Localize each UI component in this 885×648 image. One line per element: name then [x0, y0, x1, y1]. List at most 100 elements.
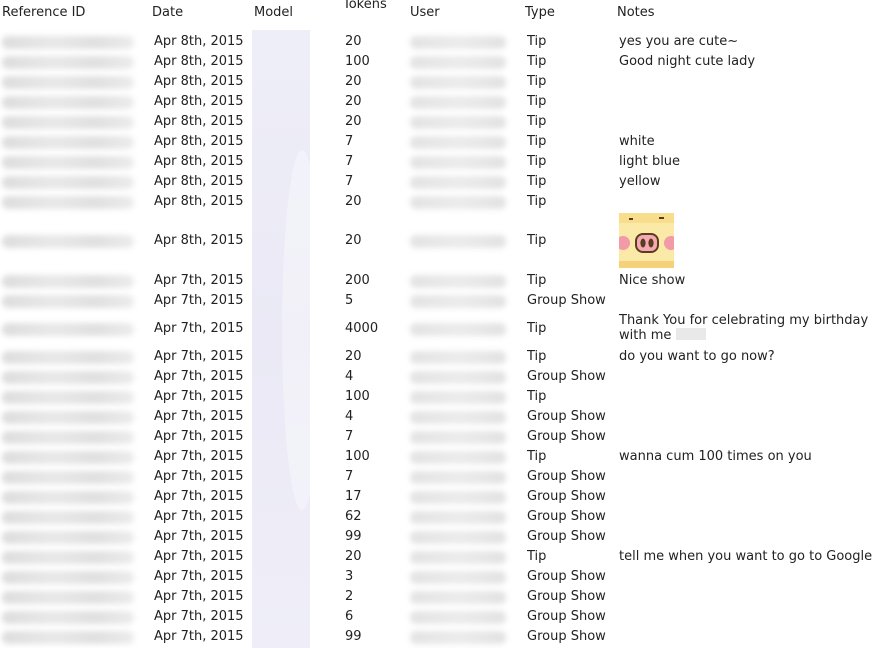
cell-type: Tip: [527, 233, 547, 248]
cell-type: Group Show: [527, 569, 606, 584]
cell-date: Apr 7th, 2015: [154, 389, 244, 404]
user-blurred: [410, 531, 506, 544]
user-blurred: [410, 176, 506, 189]
user-blurred: [410, 591, 506, 604]
cell-note: Thank You for celebrating my birthday wi…: [619, 313, 881, 343]
reference-id-blurred: [2, 136, 134, 149]
redacted-name: [675, 328, 706, 340]
cell-date: Apr 8th, 2015: [154, 174, 244, 189]
cell-tokens: 2: [345, 589, 354, 604]
cell-tokens: 99: [345, 629, 362, 644]
reference-id-blurred: [2, 295, 134, 308]
cell-type: Tip: [527, 134, 547, 149]
cell-date: Apr 8th, 2015: [154, 94, 244, 109]
reference-id-blurred: [2, 451, 134, 464]
cell-tokens: 20: [345, 233, 362, 248]
user-blurred: [410, 351, 506, 364]
cell-date: Apr 7th, 2015: [154, 589, 244, 604]
cell-date: Apr 7th, 2015: [154, 409, 244, 424]
table-row: Apr 7th, 2015 100 Tip: [0, 387, 885, 407]
cell-tokens: 200: [345, 273, 370, 288]
user-blurred: [410, 551, 506, 564]
cell-date: Apr 7th, 2015: [154, 549, 244, 564]
cell-note: yes you are cute~: [619, 34, 739, 49]
reference-id-blurred: [2, 431, 134, 444]
table-row: Apr 7th, 2015 7 Group Show: [0, 467, 885, 487]
user-blurred: [410, 96, 506, 109]
table-row: Apr 8th, 2015 20 Tip: [0, 72, 885, 92]
user-blurred: [410, 196, 506, 209]
cell-date: Apr 7th, 2015: [154, 449, 244, 464]
user-blurred: [410, 451, 506, 464]
cell-tokens: 7: [345, 469, 354, 484]
cell-date: Apr 7th, 2015: [154, 469, 244, 484]
header-notes: Notes: [617, 5, 655, 20]
table-row: Apr 7th, 2015 17 Group Show: [0, 487, 885, 507]
table-row: Apr 7th, 2015 6 Group Show: [0, 607, 885, 627]
cell-type: Group Show: [527, 369, 606, 384]
user-blurred: [410, 511, 506, 524]
cell-type: Tip: [527, 94, 547, 109]
cell-type: Group Show: [527, 429, 606, 444]
cell-tokens: 7: [345, 174, 354, 189]
cell-tokens: 100: [345, 389, 370, 404]
cell-date: Apr 7th, 2015: [154, 509, 244, 524]
cell-note: Nice show: [619, 273, 686, 288]
table-row: Apr 7th, 2015 5 Group Show: [0, 291, 885, 311]
header-reference-id: Reference ID: [2, 5, 86, 20]
cell-tokens: 17: [345, 489, 362, 504]
reference-id-blurred: [2, 235, 134, 248]
table-row: Apr 8th, 2015 20 Tip: [0, 112, 885, 132]
reference-id-blurred: [2, 631, 134, 644]
reference-id-blurred: [2, 323, 134, 336]
reference-id-blurred: [2, 491, 134, 504]
reference-id-blurred: [2, 411, 134, 424]
header-tokens: Tokens: [343, 0, 387, 12]
table-row: Apr 7th, 2015 200 Tip Nice show: [0, 271, 885, 291]
cell-tokens: 20: [345, 549, 362, 564]
cell-date: Apr 8th, 2015: [154, 154, 244, 169]
table-row: Apr 7th, 2015 7 Group Show: [0, 427, 885, 447]
reference-id-blurred: [2, 391, 134, 404]
cell-note: tell me when you want to go to Google: [619, 549, 873, 564]
cell-date: Apr 7th, 2015: [154, 529, 244, 544]
cell-tokens: 4: [345, 409, 354, 424]
cell-type: Tip: [527, 449, 547, 464]
cell-date: Apr 7th, 2015: [154, 609, 244, 624]
cell-date: Apr 7th, 2015: [154, 629, 244, 644]
user-blurred: [410, 631, 506, 644]
cell-tokens: 20: [345, 34, 362, 49]
cell-type: Tip: [527, 34, 547, 49]
cell-type: Group Show: [527, 629, 606, 644]
cell-type: Group Show: [527, 469, 606, 484]
cell-type: Group Show: [527, 529, 606, 544]
table-row: Apr 8th, 2015 20 Tip: [0, 92, 885, 112]
cell-date: Apr 7th, 2015: [154, 349, 244, 364]
cell-date: Apr 8th, 2015: [154, 54, 244, 69]
cell-type: Tip: [527, 74, 547, 89]
user-blurred: [410, 56, 506, 69]
cell-date: Apr 7th, 2015: [154, 369, 244, 384]
reference-id-blurred: [2, 571, 134, 584]
reference-id-blurred: [2, 56, 134, 69]
cell-date: Apr 7th, 2015: [154, 273, 244, 288]
cell-date: Apr 8th, 2015: [154, 134, 244, 149]
cell-date: Apr 7th, 2015: [154, 429, 244, 444]
cell-note-text: Thank You for celebrating my birthday wi…: [619, 313, 869, 343]
cell-type: Group Show: [527, 589, 606, 604]
cell-tokens: 5: [345, 293, 354, 308]
cell-type: Group Show: [527, 293, 606, 308]
cell-date: Apr 8th, 2015: [154, 194, 244, 209]
table-row: Apr 7th, 2015 62 Group Show: [0, 507, 885, 527]
cell-date: Apr 7th, 2015: [154, 293, 244, 308]
table-row: Apr 8th, 2015 20 Tip yes you are cute~: [0, 32, 885, 52]
reference-id-blurred: [2, 471, 134, 484]
table-header: Reference ID Date Model Tokens User Type…: [0, 0, 885, 30]
user-blurred: [410, 76, 506, 89]
header-model: Model: [254, 5, 294, 20]
user-blurred: [410, 116, 506, 129]
cell-type: Group Show: [527, 409, 606, 424]
user-blurred: [410, 136, 506, 149]
cell-tokens: 20: [345, 114, 362, 129]
reference-id-blurred: [2, 591, 134, 604]
